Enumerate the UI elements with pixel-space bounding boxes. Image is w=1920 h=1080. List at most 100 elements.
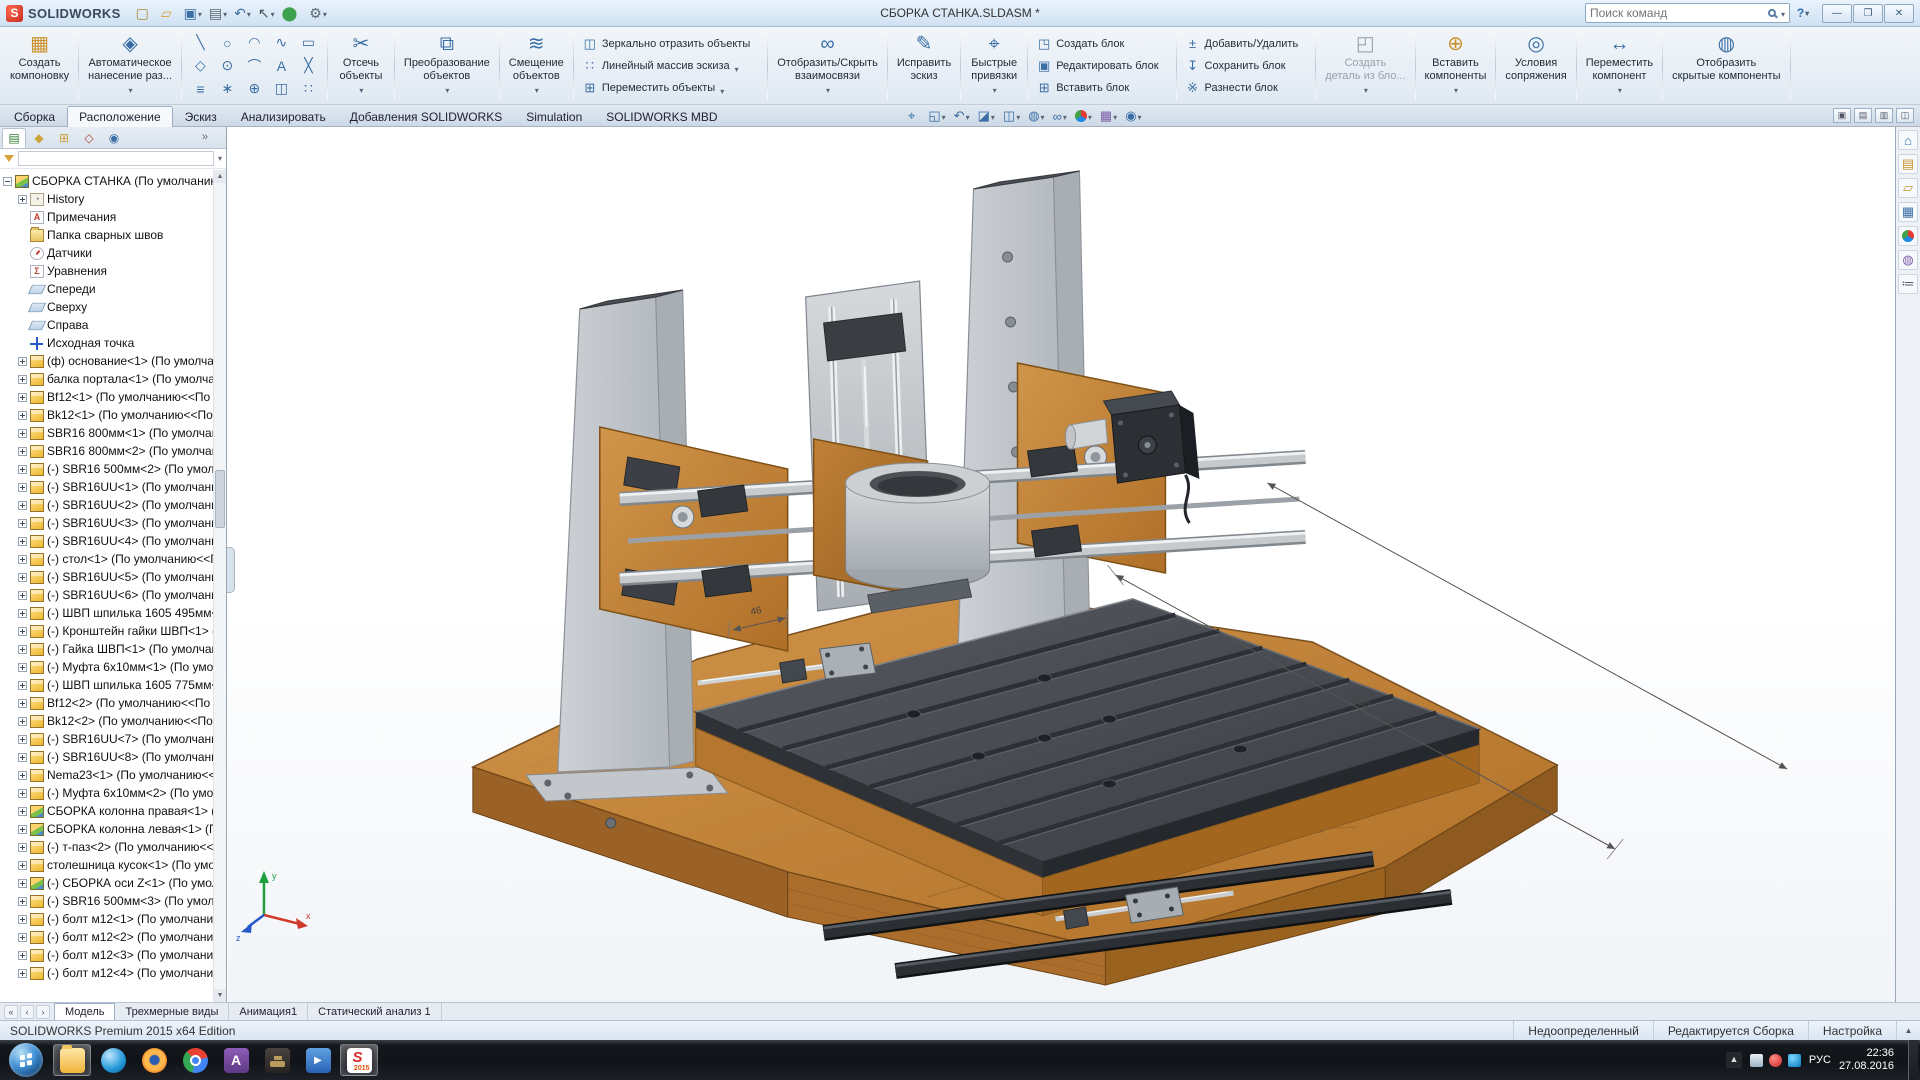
feature-tree-item[interactable]: СБОРКА колонна правая<1> (По умолчанию<С… [0,802,213,820]
panel-collapse-handle[interactable] [227,547,235,593]
search-input[interactable] [1590,6,1764,20]
dropdown-arrow-icon[interactable] [534,82,539,91]
feature-tree-item[interactable]: Уравнения [0,262,213,280]
move-entities-button[interactable]: ⊞ Переместить объекты [582,79,759,97]
feature-tree-item[interactable]: SBR16 800мм<1> (По умолчанию<<По умолчан… [0,424,213,442]
feature-tree-item[interactable]: Nema23<1> (По умолчанию<<По умолчанию>_С… [0,766,213,784]
view-palette-icon[interactable]: ▦ [1898,202,1918,222]
dropdown-arrow-icon[interactable] [358,82,363,91]
feature-tree-item[interactable]: (-) SBR16UU<6> (По умолчанию<<По умолчан… [0,586,213,604]
expand-icon[interactable] [18,195,27,204]
taskbar-aimp-icon[interactable] [217,1044,255,1076]
feature-tree-item[interactable]: (ф) основание<1> (По умолчанию<<По умолч… [0,352,213,370]
displaymanager-tab[interactable]: ◉ [102,128,126,148]
select-icon[interactable]: ↖ [255,2,278,24]
expand-icon[interactable] [18,555,27,564]
propertymanager-tab[interactable]: ◆ [27,128,51,148]
graphics-area[interactable]: 46 800 y x z [228,127,1895,1002]
feature-tree-item[interactable]: (-) SBR16UU<1> (По умолчанию<<По умолчан… [0,478,213,496]
expand-icon[interactable] [18,735,27,744]
expand-icon[interactable] [18,717,27,726]
command-tab[interactable]: Simulation [514,106,594,127]
chamfer-icon[interactable]: ∗ [214,77,241,100]
expand-icon[interactable] [18,843,27,852]
expand-icon[interactable] [18,393,27,402]
feature-tree-item[interactable]: СБОРКА колонна левая<1> (По умолчанию<Со… [0,820,213,838]
scenes-icon[interactable]: ◍ [1898,250,1918,270]
tree-scrollbar[interactable]: ▲ ▼ [213,170,226,1002]
zoom-area-icon[interactable]: ◱ [925,106,948,126]
show-hidden-components-button[interactable]: ◍ Отобразить скрытые компоненты [1666,29,1786,102]
panel-flyout-icon[interactable]: » [198,131,212,143]
expand-icon[interactable] [18,861,27,870]
edit-block-button[interactable]: ▣ Редактировать блок [1036,57,1167,75]
statusbar-chevron-icon[interactable]: ▲ [1896,1021,1920,1040]
expand-icon[interactable] [18,465,27,474]
feature-tree-item[interactable]: (-) SBR16UU<2> (По умолчанию<<По умолчан… [0,496,213,514]
rebuild-icon[interactable]: ⬤ [279,2,306,24]
feature-tree-item[interactable]: (-) болт м12<1> (По умолчанию<<По умолча… [0,910,213,928]
feature-tree-item[interactable]: (-) т-паз<2> (По умолчанию<<По умолчанию… [0,838,213,856]
centerline-icon[interactable]: ╳ [295,54,322,77]
expand-icon[interactable] [18,681,27,690]
expand-icon[interactable] [18,933,27,942]
tray-icon-1[interactable] [1750,1054,1763,1067]
taskbar-chrome-icon[interactable] [176,1044,214,1076]
file-explorer-icon[interactable]: ▱ [1898,178,1918,198]
taskbar-firefox-icon[interactable] [135,1044,173,1076]
expand-icon[interactable] [18,591,27,600]
scroll-first-icon[interactable]: « [4,1005,18,1019]
feature-tree-item[interactable]: Примечания [0,208,213,226]
dropdown-arrow-icon[interactable] [444,82,449,91]
scroll-down-icon[interactable]: ▼ [214,989,226,1002]
add-remove-button[interactable]: ± Добавить/Удалить [1185,35,1308,53]
expand-icon[interactable] [18,501,27,510]
model-tab[interactable]: Модель [54,1003,115,1020]
feature-tree-item[interactable]: Bf12<1> (По умолчанию<<По умолчанию>_Сос… [0,388,213,406]
spline-icon[interactable]: ∿ [268,31,295,54]
feature-tree-item[interactable]: Bk12<1> (По умолчанию<<По умолчанию>_Сос… [0,406,213,424]
rectangle-icon[interactable]: ▭ [295,31,322,54]
expand-icon[interactable] [18,771,27,780]
expand-icon[interactable] [18,915,27,924]
expand-icon[interactable] [18,699,27,708]
save-block-button[interactable]: ↧ Сохранить блок [1185,57,1308,75]
help-button[interactable]: ? [1792,3,1814,23]
dropdown-arrow-icon[interactable] [128,82,133,91]
feature-tree-item[interactable]: (-) SBR16 500мм<2> (По умолчанию<<По умо… [0,460,213,478]
feature-tree-item[interactable]: Bf12<2> (По умолчанию<<По умолчанию>_Сос… [0,694,213,712]
command-search[interactable] [1585,3,1790,23]
previous-view-icon[interactable]: ↶ [951,106,973,126]
language-indicator[interactable]: РУС [1809,1054,1831,1066]
tangent-arc-icon[interactable]: ⌒ [241,54,268,77]
dropdown-arrow-icon[interactable] [1617,82,1622,91]
feature-tree-item[interactable]: столешница кусок<1> (По умолчанию<<По ум… [0,856,213,874]
tile-horizontal-icon[interactable]: ▤ [1854,108,1872,123]
tray-expand-icon[interactable]: ▲ [1726,1052,1742,1068]
expand-icon[interactable] [18,879,27,888]
feature-tree-item[interactable]: (-) SBR16UU<3> (По умолчанию<<По умолчан… [0,514,213,532]
feature-tree-item[interactable]: (-) SBR16UU<4> (По умолчанию<<По умолчан… [0,532,213,550]
tray-icon-3[interactable] [1788,1054,1801,1067]
model-tab[interactable]: Анимация1 [229,1003,308,1020]
feature-tree-item[interactable]: (-) ШВП шпилька 1605 775мм<1> (По умолча… [0,676,213,694]
options-icon[interactable]: ⚙ [306,2,330,24]
feature-tree-item[interactable]: (-) болт м12<3> (По умолчанию<<По умолча… [0,946,213,964]
close-button[interactable]: ✕ [1884,4,1914,23]
save-icon[interactable]: ▣ [181,2,205,24]
dropdown-arrow-icon[interactable] [1453,82,1458,91]
resources-icon[interactable]: ⌂ [1898,130,1918,150]
expand-icon[interactable] [18,357,27,366]
close-viewport-icon[interactable]: ◫ [1896,108,1914,123]
feature-tree-item[interactable]: Датчики [0,244,213,262]
quick-snaps-button[interactable]: ⌖ Быстрые привязки [964,29,1024,102]
section-view-icon[interactable]: ◪ [975,106,998,126]
dimxpertmanager-tab[interactable]: ◇ [77,128,101,148]
expand-icon[interactable] [18,807,27,816]
mirror-icon[interactable]: ◫ [268,77,295,100]
linear-sketch-pattern-button[interactable]: ∷ Линейный массив эскиза [582,57,759,75]
feature-tree-item[interactable]: History [0,190,213,208]
feature-tree-item[interactable]: (-) стол<1> (По умолчанию<<По умолчанию>… [0,550,213,568]
arc-icon[interactable]: ◠ [241,31,268,54]
expand-icon[interactable] [18,645,27,654]
